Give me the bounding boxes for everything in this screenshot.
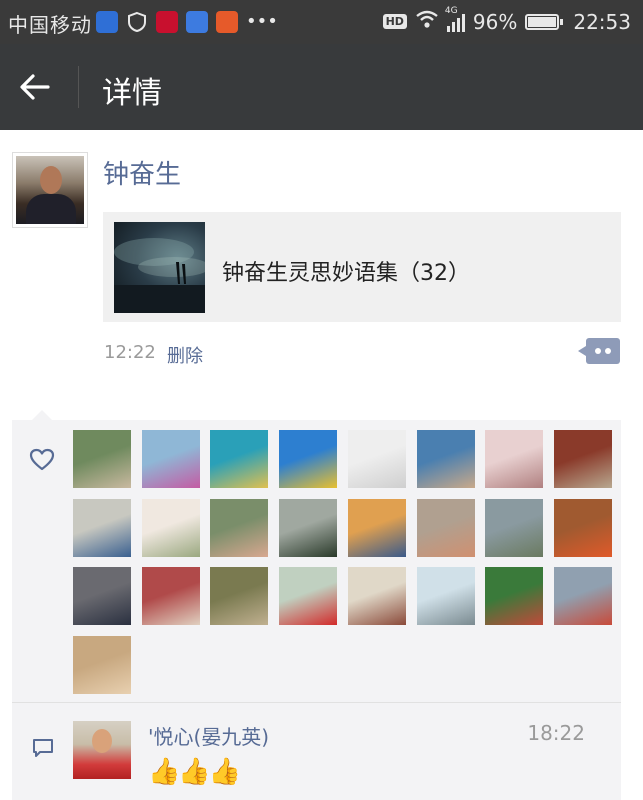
nav-bar: 详情 [0,44,643,130]
liker-avatar[interactable] [210,567,269,625]
browser-app-icon [186,11,208,33]
signal-icon: 4G [445,6,465,32]
comment-bubble-icon [32,738,54,758]
notification-icons: ••• [96,11,278,33]
liker-avatar[interactable] [141,567,200,625]
liker-avatar[interactable] [553,430,612,488]
liker-avatar[interactable] [73,635,131,694]
author-name[interactable]: 钟奋生 [103,154,181,191]
link-title: 钟奋生灵思妙语集（32） [222,261,470,286]
liker-avatar[interactable] [141,430,200,488]
app-notification-icon [96,11,118,33]
wifi-icon [415,9,439,34]
liker-avatar[interactable] [73,498,131,557]
carrier-label: 中国移动 [8,13,92,37]
status-right: HD 4G 96% 22:53 [382,6,631,34]
comment-panel: '悦心(晏九英) 18:22 👍👍👍 [12,703,621,800]
liker-avatar[interactable] [73,567,131,625]
more-actions-button[interactable] [578,338,620,364]
network-type-label: 4G [444,5,458,16]
liker-avatar[interactable] [279,430,338,488]
liker-avatar[interactable] [485,567,544,625]
liker-avatar[interactable] [279,567,338,625]
more-notifications-icon: ••• [246,11,278,32]
heart-outline-icon [29,448,55,472]
battery-icon [525,13,564,30]
arrow-left-icon[interactable] [18,70,52,104]
liker-avatar[interactable] [347,567,406,625]
liker-avatar[interactable] [416,567,475,625]
author-avatar[interactable] [12,152,88,228]
liker-avatar[interactable] [485,430,544,488]
comment-time: 18:22 [527,721,585,745]
post-time: 12:22 [104,342,156,363]
liker-avatar[interactable] [347,498,406,557]
liker-avatar[interactable] [210,498,269,557]
liker-avatar[interactable] [73,430,131,488]
delete-link[interactable]: 删除 [167,342,203,368]
player-app-icon [216,11,238,33]
hd-badge: HD [382,14,407,29]
page-title: 详情 [102,76,162,111]
shared-link-card[interactable]: 钟奋生灵思妙语集（32） [103,212,621,322]
video-app-icon [156,11,178,33]
liker-avatar[interactable] [279,498,338,557]
comment-text: 👍👍👍 [148,757,241,787]
battery-percent: 96% [472,9,518,34]
liker-avatar[interactable] [485,498,544,557]
status-bar: 中国移动 ••• HD 4G 96% 22:53 [0,0,643,44]
liker-avatar[interactable] [347,430,406,488]
liker-avatar[interactable] [416,498,475,557]
clock: 22:53 [573,9,631,34]
nav-divider [78,66,79,108]
link-thumbnail [114,222,205,313]
liker-avatar[interactable] [553,567,612,625]
likes-panel [12,410,621,702]
shield-icon [126,11,148,33]
liker-avatar[interactable] [210,430,269,488]
commenter-avatar[interactable] [73,721,131,779]
liker-avatar[interactable] [416,430,475,488]
commenter-name[interactable]: '悦心(晏九英) [148,721,269,750]
liker-avatar[interactable] [553,498,612,557]
liker-avatar[interactable] [141,498,200,557]
